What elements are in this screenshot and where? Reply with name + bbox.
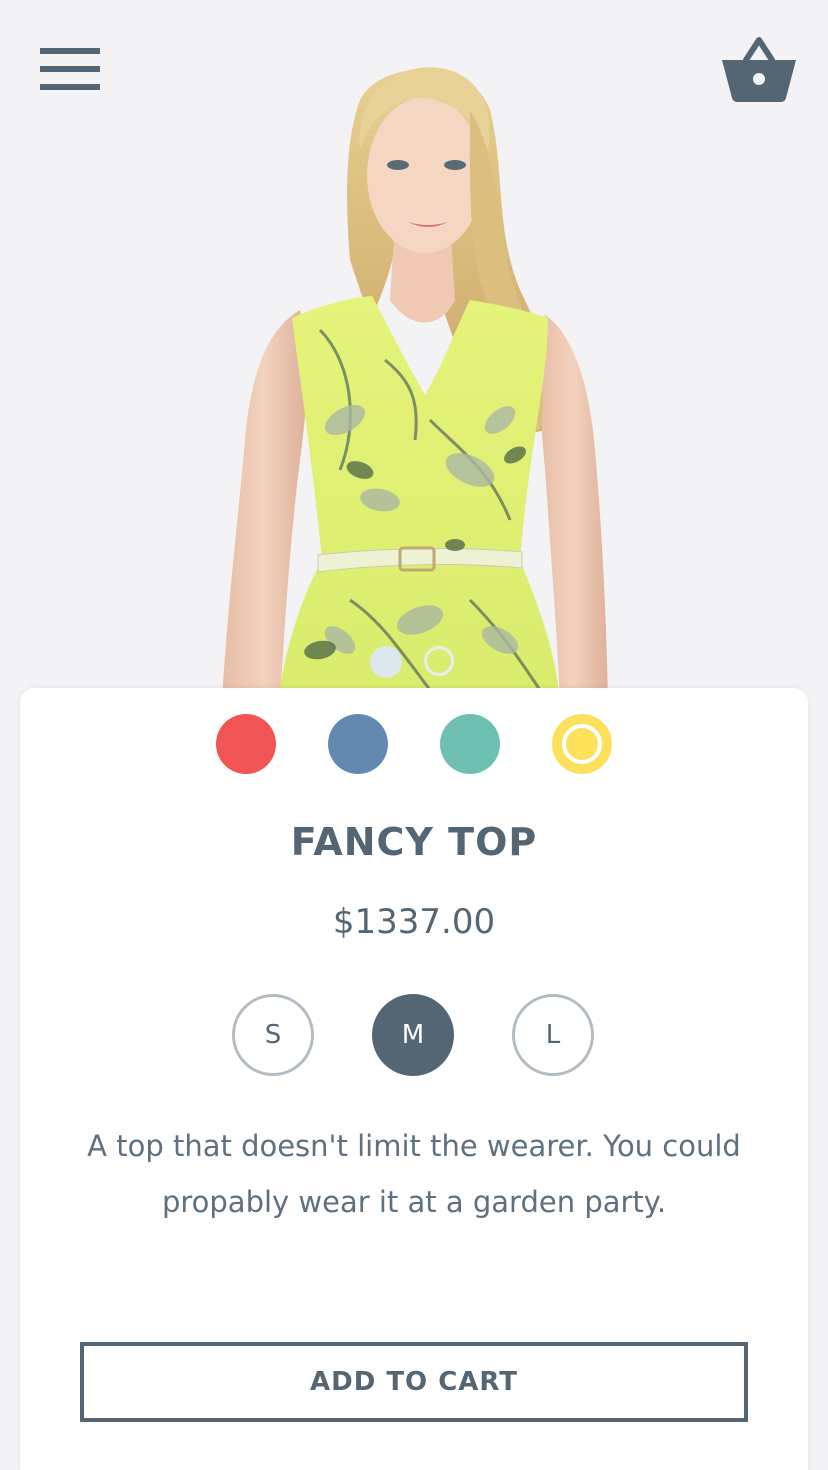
color-swatch-yellow[interactable] (552, 714, 612, 774)
size-option-s[interactable]: S (232, 994, 314, 1076)
shopping-basket-icon (722, 37, 796, 102)
color-swatch-blue[interactable] (328, 714, 388, 774)
add-to-cart-button[interactable]: ADD TO CART (80, 1342, 748, 1422)
carousel-dot-1[interactable] (370, 646, 402, 678)
carousel-pagination (370, 646, 460, 680)
menu-button[interactable] (40, 48, 100, 92)
product-screen: FANCY TOP $1337.00 S M L A top that does… (0, 0, 828, 1470)
product-details-card: FANCY TOP $1337.00 S M L A top that does… (20, 688, 808, 1470)
product-hero-image (0, 0, 828, 700)
cart-button[interactable] (720, 34, 798, 104)
product-price: $1337.00 (332, 902, 496, 942)
size-option-l[interactable]: L (512, 994, 594, 1076)
color-swatches (216, 714, 616, 776)
size-selector: S M L (232, 994, 598, 1080)
color-swatch-red[interactable] (216, 714, 276, 774)
carousel-dot-2[interactable] (424, 646, 454, 676)
color-swatch-teal[interactable] (440, 714, 500, 774)
product-description: A top that doesn't limit the wearer. You… (87, 1129, 741, 1219)
selected-ring-icon (562, 724, 602, 764)
product-title: FANCY TOP (290, 820, 538, 864)
size-option-m[interactable]: M (372, 994, 454, 1076)
